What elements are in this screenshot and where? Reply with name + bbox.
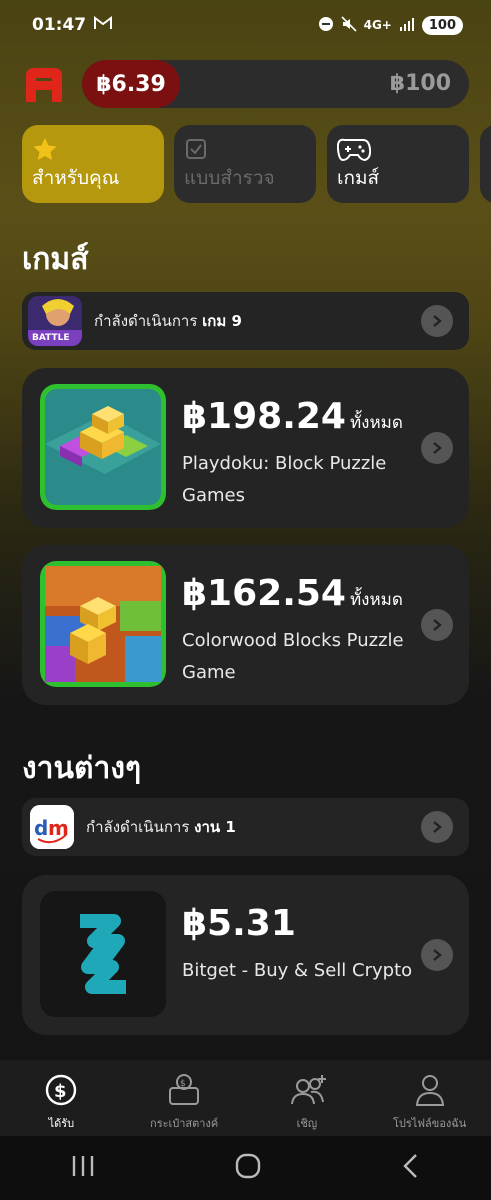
game-card-playdoku[interactable]: ฿198.24 ทั้งหมด Playdoku: Block Puzzle Ga…	[22, 368, 469, 528]
bottom-navigation: $ ได้รับ $ กระเป๋าสตางค์ เชิญ โปรไฟล์ของ…	[0, 1060, 491, 1136]
category-tabs: สำหรับคุณ แบบสำรวจ เกมส์	[22, 125, 491, 205]
tab-for-you[interactable]: สำหรับคุณ	[22, 125, 164, 203]
nav-invite[interactable]: เชิญ	[246, 1060, 369, 1136]
wallet-icon: $	[166, 1072, 202, 1108]
battle-game-thumbnail: BATTLE	[28, 296, 82, 346]
gamepad-icon	[336, 137, 372, 162]
playdoku-reward-amount: ฿198.24	[182, 396, 346, 437]
tab-games-label: เกมส์	[337, 167, 380, 189]
tasks-in-progress-count: งาน 1	[194, 818, 236, 836]
top-bar: ฿6.39 ฿100	[24, 60, 469, 108]
profile-icon	[412, 1072, 448, 1108]
chevron-right-icon[interactable]	[421, 939, 453, 971]
games-section-title: เกมส์	[22, 242, 89, 277]
signal-icon	[399, 17, 415, 34]
chevron-right-icon[interactable]	[421, 811, 453, 843]
tasks-section-title: งานต่างๆ	[22, 751, 142, 786]
colorwood-reward: ฿162.54 ทั้งหมด	[182, 573, 403, 614]
dnd-icon	[318, 16, 334, 35]
nav-profile[interactable]: โปรไฟล์ของฉัน	[368, 1060, 491, 1136]
chevron-right-icon[interactable]	[421, 609, 453, 641]
bitget-reward-amount: ฿5.31	[182, 903, 296, 944]
svg-text:$: $	[180, 1079, 186, 1089]
system-navigation-bar	[0, 1136, 491, 1200]
tab-surveys[interactable]: แบบสำรวจ	[174, 125, 316, 203]
colorwood-reward-suffix: ทั้งหมด	[349, 590, 403, 610]
invite-users-icon	[289, 1072, 326, 1108]
network-type: 4G+	[363, 18, 392, 32]
nav-wallet[interactable]: $ กระเป๋าสตางค์	[123, 1060, 246, 1136]
gmail-notification-icon	[94, 15, 113, 35]
task-card-bitget[interactable]: ฿5.31 Bitget - Buy & Sell Crypto	[22, 875, 469, 1035]
tab-for-you-label: สำหรับคุณ	[32, 167, 120, 189]
games-in-progress-prefix: กำลังดำเนินการ	[94, 312, 198, 330]
playdoku-reward: ฿198.24 ทั้งหมด	[182, 396, 403, 437]
checkbox-icon	[184, 137, 210, 161]
nav-earn[interactable]: $ ได้รับ	[0, 1060, 123, 1136]
back-icon[interactable]	[401, 1153, 421, 1183]
colorwood-reward-amount: ฿162.54	[182, 573, 346, 614]
games-in-progress-count: เกม 9	[202, 312, 242, 330]
current-balance: ฿6.39	[82, 60, 180, 108]
dm-app-icon: d m	[30, 805, 74, 849]
svg-text:BATTLE: BATTLE	[32, 333, 70, 343]
playdoku-game-title: Playdoku: Block Puzzle Games	[182, 453, 387, 506]
tasks-in-progress-text: กำลังดำเนินการ งาน 1	[86, 815, 236, 839]
dollar-coin-icon: $	[43, 1072, 79, 1108]
bitget-reward: ฿5.31	[182, 903, 296, 944]
chevron-right-icon[interactable]	[421, 305, 453, 337]
svg-text:$: $	[54, 1081, 67, 1102]
playdoku-reward-suffix: ทั้งหมด	[349, 413, 403, 433]
colorwood-game-icon	[40, 561, 166, 687]
tab-games[interactable]: เกมส์	[327, 125, 469, 203]
home-icon[interactable]	[235, 1153, 261, 1183]
game-card-colorwood[interactable]: ฿162.54 ทั้งหมด Colorwood Blocks Puzzle G…	[22, 545, 469, 705]
target-balance: ฿100	[389, 71, 451, 96]
tasks-in-progress-row[interactable]: d m กำลังดำเนินการ งาน 1	[22, 798, 469, 856]
app-logo-icon	[24, 66, 64, 102]
nav-wallet-label: กระเป๋าสตางค์	[150, 1117, 219, 1130]
status-bar: 01:47 4G+ 100	[0, 0, 491, 50]
tasks-in-progress-prefix: กำลังดำเนินการ	[86, 818, 190, 836]
battery-indicator: 100	[421, 15, 463, 35]
nav-earn-label: ได้รับ	[48, 1117, 75, 1130]
bitget-app-icon	[40, 891, 166, 1017]
games-in-progress-row[interactable]: BATTLE กำลังดำเนินการ เกม 9	[22, 292, 469, 350]
battery-level: 100	[428, 17, 456, 33]
playdoku-game-icon	[40, 384, 166, 510]
chevron-right-icon[interactable]	[421, 432, 453, 464]
nav-profile-label: โปรไฟล์ของฉัน	[392, 1117, 467, 1130]
mute-icon	[341, 15, 357, 35]
bitget-task-title: Bitget - Buy & Sell Crypto	[182, 960, 413, 981]
nav-invite-label: เชิญ	[296, 1117, 318, 1130]
recent-apps-icon[interactable]	[70, 1154, 96, 1182]
svg-text:d: d	[34, 816, 48, 840]
games-in-progress-text: กำลังดำเนินการ เกม 9	[94, 309, 242, 333]
balance-progress-bar[interactable]: ฿6.39 ฿100	[82, 60, 469, 108]
current-balance-value: ฿6.39	[96, 71, 166, 97]
tab-surveys-label: แบบสำรวจ	[184, 167, 275, 189]
status-time: 01:47	[32, 15, 87, 35]
tab-more[interactable]	[480, 125, 491, 203]
star-icon	[32, 137, 58, 161]
colorwood-game-title: Colorwood Blocks Puzzle Game	[182, 630, 404, 683]
